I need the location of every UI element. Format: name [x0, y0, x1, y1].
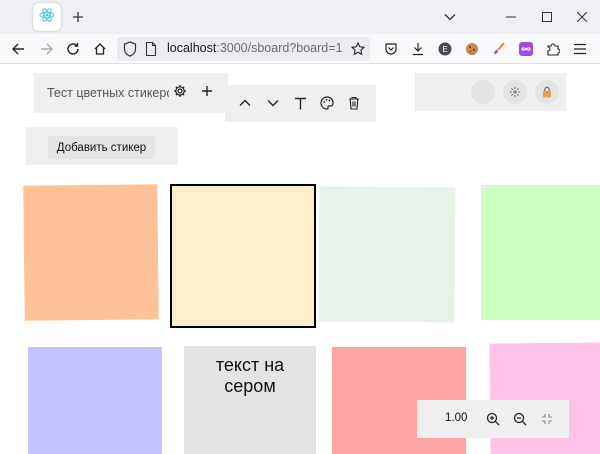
collapse-icon [542, 414, 552, 424]
gear-icon [509, 86, 521, 98]
page-info-icon[interactable] [145, 41, 157, 61]
tab-list-button[interactable] [438, 6, 462, 28]
sticker-light-green[interactable] [318, 186, 456, 323]
browser-window: localhost:3000/sboard?board=1 E Тест цве… [0, 0, 600, 454]
app-menu-button[interactable] [568, 37, 592, 61]
add-sticker-panel: Добавить стикер [26, 127, 178, 165]
url-path: :3000/sboard?board=1 [216, 41, 343, 55]
minimize-icon [506, 16, 516, 18]
minimize-button[interactable] [499, 6, 523, 28]
extension-infinity-button[interactable] [514, 37, 538, 61]
arrow-right-icon [41, 43, 53, 55]
downloads-button[interactable] [406, 37, 430, 61]
palette-icon [320, 96, 334, 110]
color-palette-button[interactable] [316, 92, 338, 114]
back-button[interactable] [6, 37, 30, 61]
svg-text:E: E [442, 45, 447, 54]
reload-button[interactable] [61, 37, 85, 61]
move-down-button[interactable] [262, 92, 284, 114]
zoom-in-button[interactable] [482, 408, 504, 430]
sticker-text: текст на сером [215, 355, 285, 396]
delete-sticker-button[interactable] [343, 92, 365, 114]
user-panel [415, 73, 566, 111]
paint-brush-icon [494, 42, 505, 54]
tab-bar [0, 0, 600, 34]
chevron-down-icon [444, 14, 456, 21]
reload-icon [67, 43, 79, 55]
zoom-out-icon [513, 412, 527, 426]
zoom-level: 1.00 [445, 412, 468, 424]
active-tab[interactable] [33, 3, 61, 31]
sticker-orange[interactable] [23, 184, 159, 321]
gear-icon [174, 85, 186, 97]
maximize-icon [542, 12, 552, 22]
zoom-in-icon [486, 412, 500, 426]
board-title-panel [34, 73, 228, 113]
user-settings-button[interactable] [503, 80, 527, 104]
url-host: localhost [167, 41, 217, 55]
lock-button[interactable] [535, 80, 559, 104]
sticker-board-page: Добавить стикер текст на сером 1.00 [0, 65, 600, 454]
shield-icon[interactable] [123, 41, 137, 62]
add-sticker-button[interactable]: Добавить стикер [48, 136, 155, 159]
download-icon [413, 43, 423, 56]
close-window-button[interactable] [570, 6, 594, 28]
address-bar[interactable]: localhost:3000/sboard?board=1 [117, 37, 370, 61]
chevron-up-icon [239, 99, 251, 106]
bookmark-star-button[interactable] [346, 37, 370, 61]
extension-e-button[interactable]: E [433, 37, 457, 61]
arrow-left-icon [12, 43, 24, 55]
sticker-cream-selected[interactable] [170, 184, 316, 328]
star-icon [351, 42, 365, 56]
text-t-icon [294, 97, 306, 109]
extensions-button[interactable] [541, 37, 565, 61]
trash-icon [349, 96, 359, 110]
plus-icon [73, 12, 83, 22]
pocket-button[interactable] [379, 37, 403, 61]
chevron-down-icon [267, 100, 279, 107]
new-tab-button[interactable] [66, 5, 90, 29]
zoom-out-button[interactable] [509, 408, 531, 430]
pocket-icon [385, 43, 397, 55]
close-icon [577, 12, 587, 22]
infinity-icon [519, 42, 533, 56]
url-text: localhost:3000/sboard?board=1 [167, 41, 343, 55]
user-avatar[interactable] [471, 80, 495, 104]
sticker-lavender[interactable] [28, 347, 162, 454]
hamburger-menu-icon [574, 43, 586, 55]
react-logo-icon [39, 7, 55, 28]
board-settings-button[interactable] [169, 80, 191, 102]
add-board-button[interactable] [196, 80, 218, 102]
move-up-button[interactable] [234, 92, 256, 114]
forward-button[interactable] [35, 37, 59, 61]
plus-icon [202, 86, 212, 96]
navigation-bar: localhost:3000/sboard?board=1 E [0, 34, 600, 64]
sticker-green[interactable] [481, 185, 600, 320]
reset-zoom-button[interactable] [536, 408, 558, 430]
extension-cookie-button[interactable] [460, 37, 484, 61]
puzzle-icon [547, 43, 560, 56]
extension-brush-button[interactable] [487, 37, 511, 61]
lock-icon [543, 86, 551, 98]
board-title-input[interactable] [47, 83, 169, 103]
home-button[interactable] [88, 37, 112, 61]
letter-e-extension-icon: E [438, 42, 452, 56]
maximize-button[interactable] [535, 6, 559, 28]
cookie-icon [466, 43, 478, 55]
text-format-button[interactable] [289, 92, 311, 114]
sticker-tools-panel [225, 85, 376, 122]
sticker-gray[interactable]: текст на сером [184, 346, 316, 454]
home-icon [94, 43, 106, 55]
zoom-panel: 1.00 [417, 400, 569, 438]
